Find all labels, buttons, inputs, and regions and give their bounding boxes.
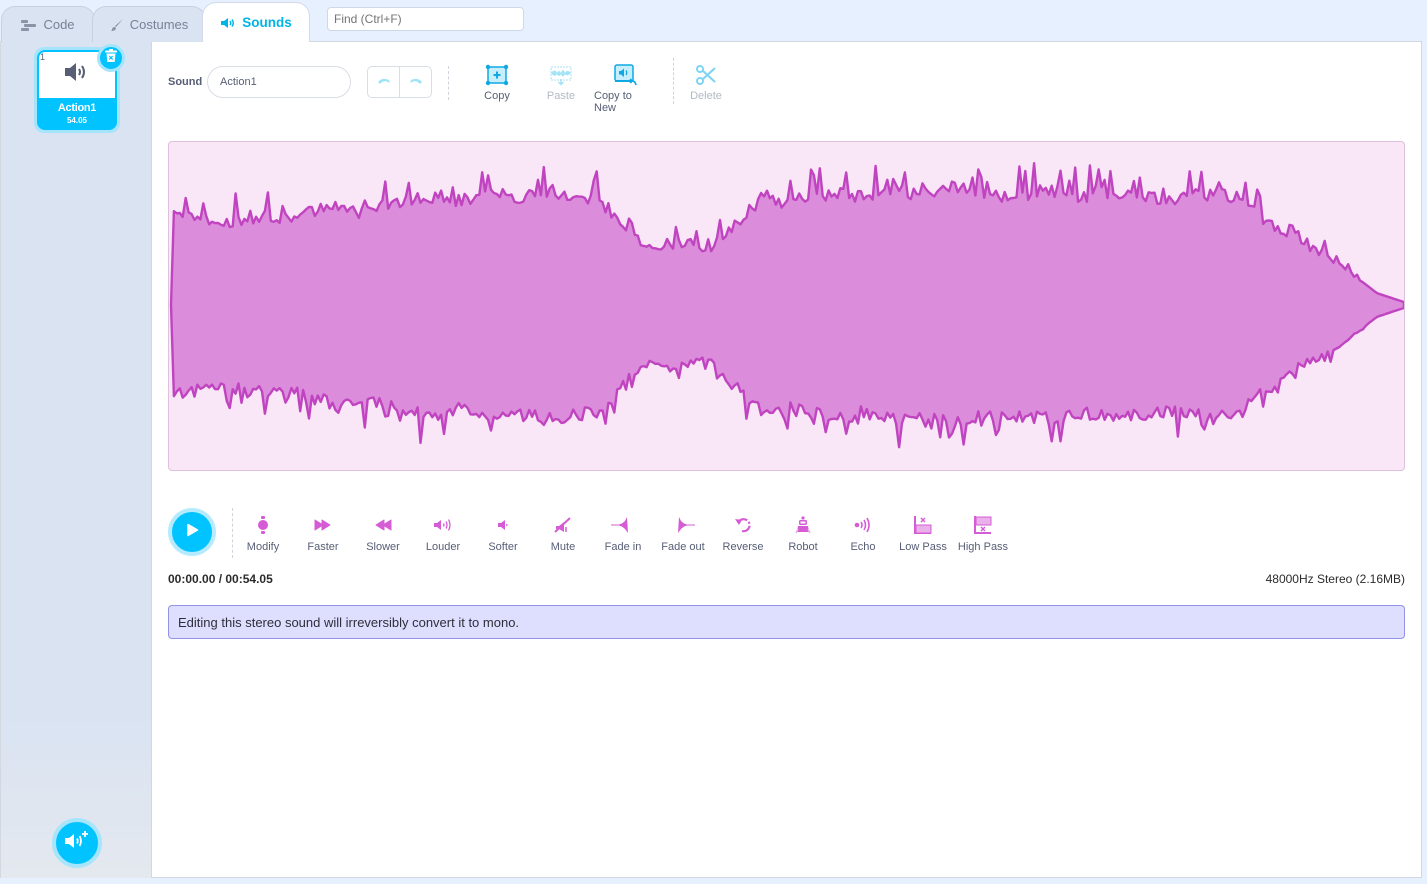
copy-to-new-button[interactable]: Copy to New [594, 64, 656, 114]
tab-costumes[interactable]: Costumes [92, 6, 206, 42]
tab-sounds[interactable]: Sounds [202, 2, 310, 42]
add-sound-button[interactable] [52, 818, 102, 868]
effect-fade-out-button[interactable]: Fade out [653, 516, 713, 553]
modify-icon [257, 516, 269, 534]
effect-label: Slower [366, 541, 400, 553]
sound-name: Action1 [57, 102, 97, 114]
code-icon [21, 19, 37, 31]
undo-button[interactable] [368, 67, 399, 97]
stereo-warning-text: Editing this stereo sound will irreversi… [178, 615, 520, 630]
waveform-shape [169, 162, 1404, 449]
robot-icon [795, 516, 811, 534]
play-icon [185, 523, 199, 542]
high-pass-icon [974, 516, 992, 534]
effect-label: Modify [246, 541, 280, 553]
effect-softer-button[interactable]: Softer [473, 516, 533, 553]
effect-label: High Pass [957, 541, 1009, 553]
faster-icon [314, 516, 332, 534]
effect-fade-in-button[interactable]: Fade in [593, 516, 653, 553]
effect-label: Fade out [661, 541, 705, 553]
tab-code[interactable]: Code [1, 6, 95, 42]
effect-label: Softer [488, 541, 518, 553]
copy-to-new-icon [613, 64, 637, 86]
scissors-icon [695, 64, 717, 86]
effect-faster-button[interactable]: Faster [293, 516, 353, 553]
tab-sounds-label: Sounds [242, 15, 292, 30]
tab-code-label: Code [43, 17, 75, 32]
mute-icon [554, 516, 572, 534]
effect-mute-button[interactable]: Mute [533, 516, 593, 553]
low-pass-icon [914, 516, 932, 534]
effect-modify-button[interactable]: Modify [233, 516, 293, 553]
effect-label: Faster [307, 541, 339, 553]
effect-echo-button[interactable]: Echo [833, 516, 893, 553]
add-sound-icon [64, 830, 90, 857]
effect-low-pass-button[interactable]: Low Pass [893, 516, 953, 553]
paste-button[interactable]: Paste [543, 64, 579, 102]
delete-sound-button[interactable] [97, 44, 125, 72]
undo-redo-group [367, 66, 432, 98]
undo-icon [377, 73, 391, 91]
sound-editor: Sound Copy Paste Copy to New [152, 41, 1422, 878]
sound-index: 1 [40, 52, 46, 62]
playback-time: 00:00.00 / 00:54.05 [168, 572, 273, 586]
effect-label: Louder [425, 541, 461, 553]
find-input[interactable] [327, 7, 524, 31]
toolbar-divider [448, 66, 449, 100]
redo-button[interactable] [399, 67, 431, 97]
delete-label: Delete [690, 90, 722, 102]
sound-list-sidebar: 1 Action1 54.05 [0, 41, 152, 878]
echo-icon [854, 516, 872, 534]
effect-reverse-button[interactable]: Reverse [713, 516, 773, 553]
delete-button[interactable]: Delete [688, 64, 724, 102]
copy-label: Copy [484, 90, 510, 102]
play-button[interactable] [168, 508, 216, 556]
paste-icon [549, 64, 573, 86]
sound-format-info: 48000Hz Stereo (2.16MB) [1265, 572, 1405, 586]
toolbar-divider [673, 58, 674, 104]
sound-duration: 54.05 [66, 116, 88, 125]
effect-label: Echo [850, 541, 876, 553]
speaker-icon [220, 17, 236, 29]
sound-name-label: Sound [168, 76, 203, 88]
brush-icon [110, 18, 124, 32]
effect-label: Fade in [604, 541, 642, 553]
effect-louder-button[interactable]: Louder [413, 516, 473, 553]
trash-icon [105, 48, 117, 68]
tab-costumes-label: Costumes [129, 17, 189, 32]
effect-label: Reverse [722, 541, 764, 553]
effect-label: Robot [788, 541, 818, 553]
copy-to-new-label: Copy to New [594, 90, 632, 114]
louder-icon [433, 516, 453, 534]
effect-label: Mute [550, 541, 576, 553]
redo-icon [409, 73, 423, 91]
fade-out-icon [671, 516, 695, 534]
effect-robot-button[interactable]: Robot [773, 516, 833, 553]
slower-icon [374, 516, 392, 534]
speaker-icon [63, 62, 89, 87]
waveform-display[interactable] [168, 141, 1405, 471]
fade-in-icon [611, 516, 635, 534]
sound-name-input[interactable] [207, 66, 351, 98]
paste-label: Paste [546, 90, 576, 102]
stereo-warning-alert: Editing this stereo sound will irreversi… [168, 605, 1405, 639]
copy-icon [485, 64, 509, 86]
reverse-icon [734, 516, 752, 534]
softer-icon [496, 516, 510, 534]
effect-label: Low Pass [899, 541, 947, 553]
effect-slower-button[interactable]: Slower [353, 516, 413, 553]
effect-high-pass-button[interactable]: High Pass [953, 516, 1013, 553]
waveform [169, 162, 1404, 449]
copy-button[interactable]: Copy [478, 64, 516, 102]
